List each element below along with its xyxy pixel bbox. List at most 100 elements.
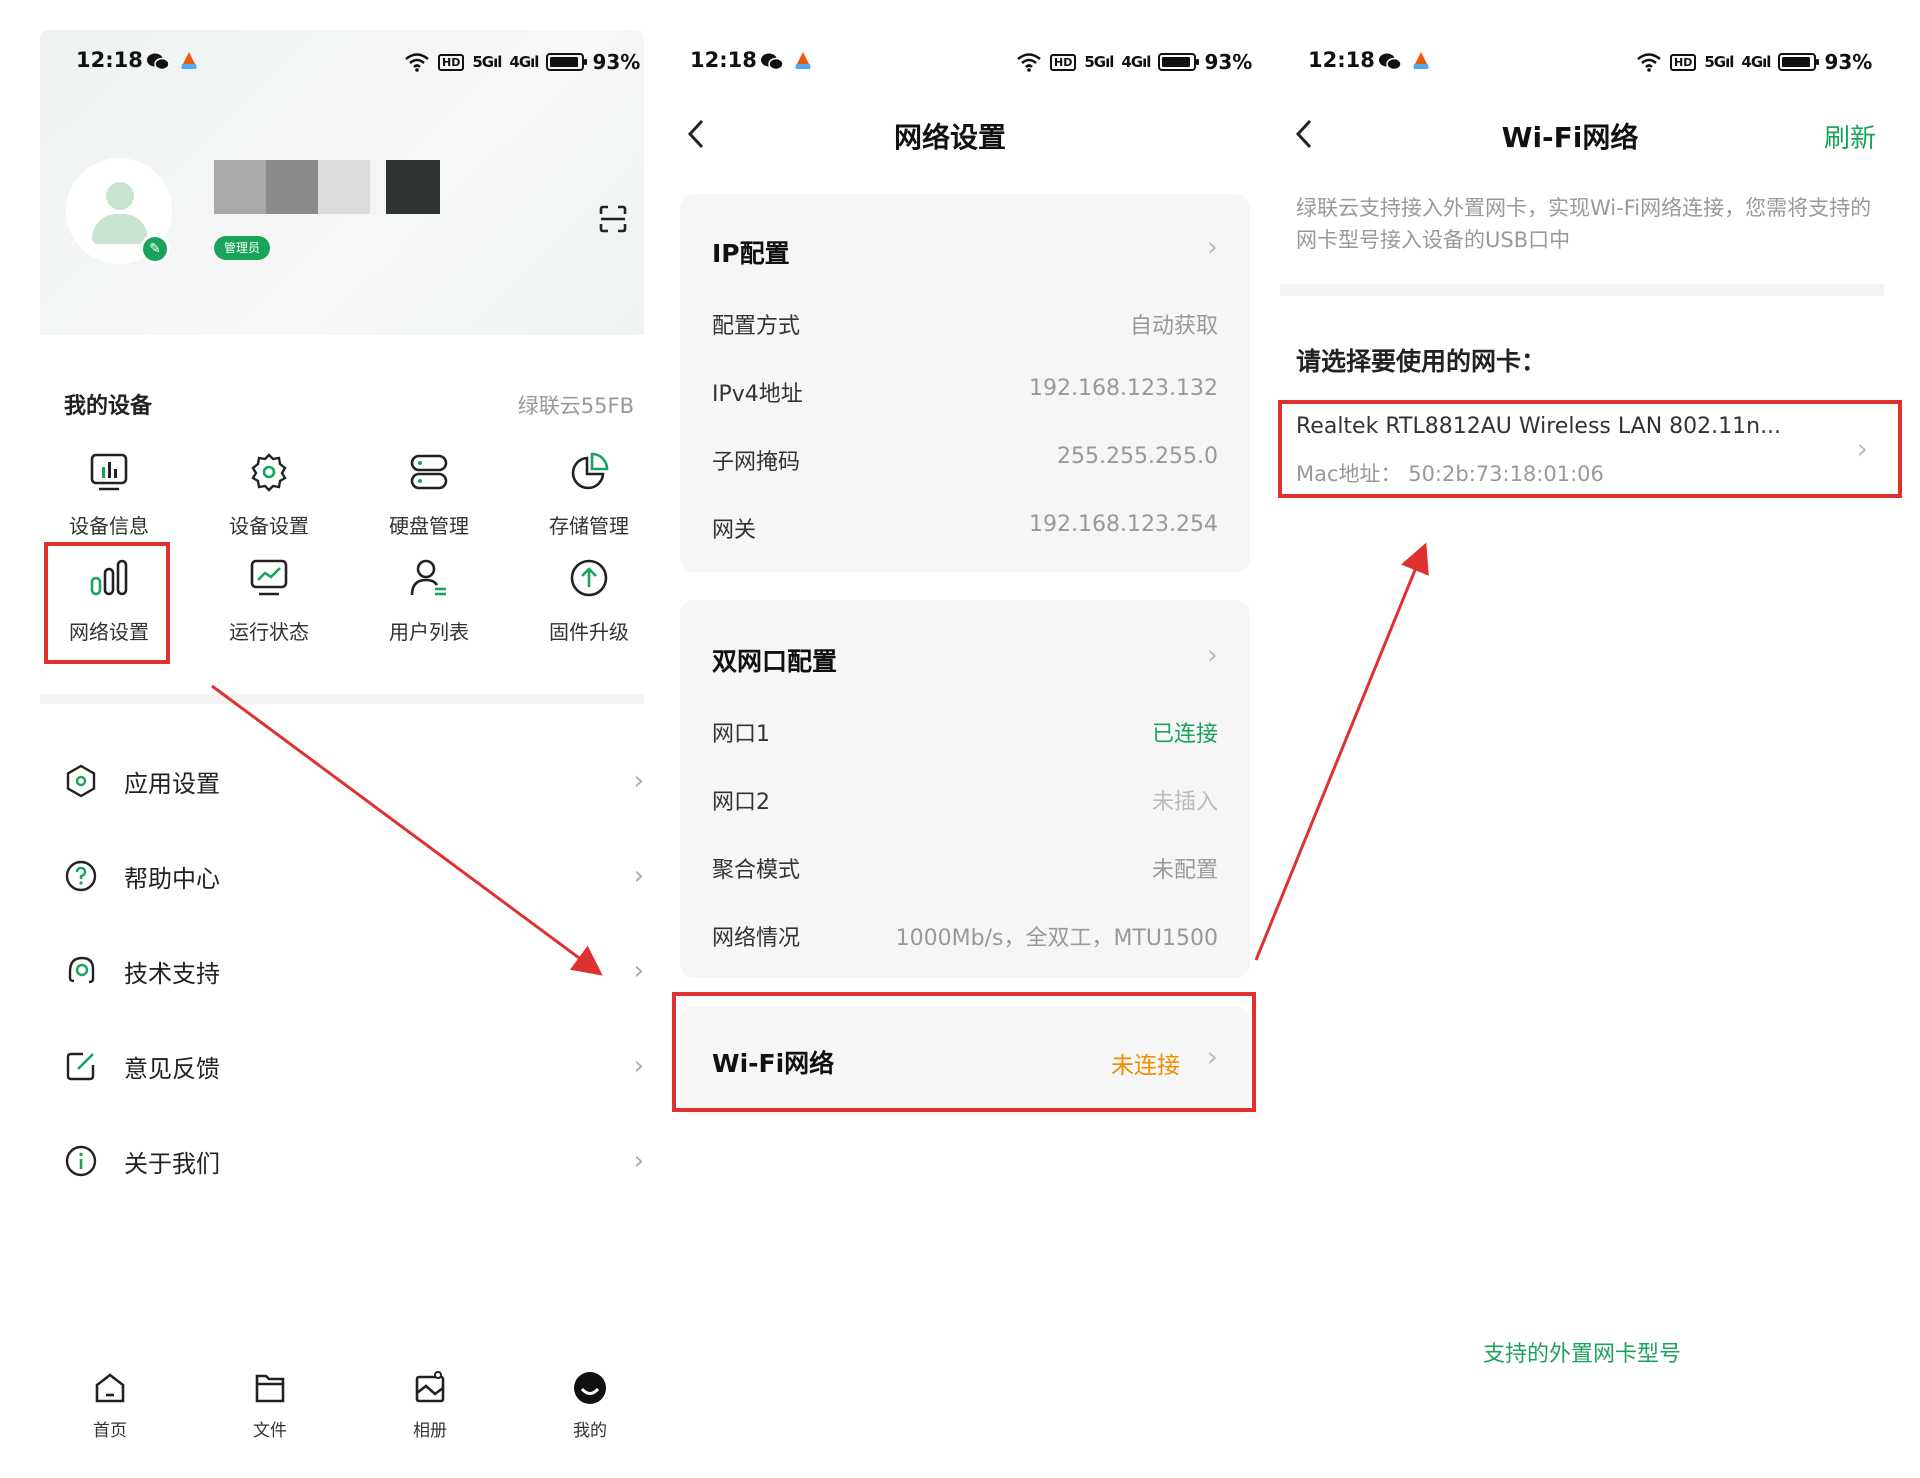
disk-icon [410, 454, 448, 490]
info-circle-icon [65, 1145, 97, 1177]
port1-status: 已连接 [1151, 722, 1218, 747]
ipv4-value: 192.168.123.132 [1029, 376, 1218, 401]
grid-device-info[interactable]: 设备信息 [44, 450, 174, 540]
status-bar: 12:18 HD 5Gıl 4Gıl 93% [0, 48, 660, 82]
refresh-button[interactable]: 刷新 [1824, 118, 1876, 155]
tab-album[interactable]: 相册 [390, 1370, 470, 1441]
chevron-right-icon: › [633, 861, 644, 891]
battery-icon [546, 53, 588, 71]
highlight-wifi-row [672, 992, 1256, 1112]
status-bar: 12:18 HD 5Gıl 4Gıl 93% [660, 48, 1280, 82]
config-mode-value: 自动获取 [1129, 314, 1218, 339]
menu-help-center[interactable]: 帮助中心 › [64, 847, 644, 907]
menu-feedback[interactable]: 意见反馈 › [64, 1037, 644, 1097]
device-info-icon [90, 453, 128, 491]
gateway-value: 192.168.123.254 [1029, 512, 1218, 537]
grid-run-status[interactable]: 运行状态 [204, 556, 334, 646]
hd-voice-icon: HD [1050, 53, 1077, 71]
status-bar: 12:18 HD 5Gıl 4Gıl 93% [1280, 48, 1920, 82]
menu-app-settings[interactable]: 应用设置 › [64, 752, 644, 812]
chevron-right-icon: › [633, 956, 644, 986]
subnet-label: 子网掩码 [712, 450, 801, 475]
subnet-value: 255.255.255.0 [1057, 444, 1218, 469]
status-app-icons [1378, 50, 1432, 72]
user-list-icon [410, 559, 446, 596]
port2-label: 网口2 [712, 790, 770, 815]
grid-label: 固件升级 [549, 620, 629, 644]
grid-label: 存储管理 [549, 514, 629, 538]
edit-avatar-icon[interactable]: ✎ [140, 234, 170, 264]
ip-config-card[interactable]: IP配置 › 配置方式 自动获取 IPv4地址 192.168.123.132 … [680, 194, 1250, 572]
signal-5g-icon: 5Gıl [1704, 53, 1734, 71]
tab-label: 我的 [573, 1421, 607, 1441]
menu-label: 帮助中心 [124, 865, 220, 893]
grid-device-settings[interactable]: 设备设置 [204, 450, 334, 540]
grid-label: 运行状态 [229, 620, 309, 644]
grid-disk-manage[interactable]: 硬盘管理 [364, 450, 494, 540]
page-title: 网络设置 [893, 121, 1006, 154]
upgrade-icon [570, 559, 608, 597]
battery-percent: 93% [1824, 50, 1873, 74]
tab-label: 文件 [253, 1421, 287, 1441]
grid-label: 设备设置 [229, 514, 309, 538]
dual-port-card[interactable]: 双网口配置 › 网口1 已连接 网口2 未插入 聚合模式 未配置 网络情况 10… [680, 600, 1250, 978]
monitor-chart-icon [250, 559, 288, 596]
tab-label: 首页 [93, 1421, 127, 1441]
feedback-edit-icon [66, 1052, 95, 1081]
chevron-right-icon: › [633, 766, 644, 796]
profile-icon [574, 1372, 606, 1404]
profile-screen: 12:18 HD 5Gıl 4Gıl 93% ✎ 管理员 我的设备 绿联云55F… [0, 0, 660, 1478]
wechat-icon [761, 53, 784, 71]
supported-nic-models-link[interactable]: 支持的外置网卡型号 [1280, 1336, 1884, 1368]
tab-mine[interactable]: 我的 [550, 1370, 630, 1441]
wifi-icon [405, 53, 429, 72]
wechat-icon [147, 53, 170, 71]
home-icon [95, 1373, 125, 1403]
scan-icon[interactable] [598, 204, 628, 234]
grid-firmware-upgrade[interactable]: 固件升级 [524, 556, 654, 646]
status-time: 12:18 [690, 48, 757, 72]
hexagon-settings-icon [66, 764, 96, 798]
gateway-label: 网关 [712, 518, 757, 543]
status-right-group: HD 5Gıl 4Gıl 93% [1016, 50, 1252, 74]
grid-storage-manage[interactable]: 存储管理 [524, 450, 654, 540]
signal-5g-icon: 5Gıl [472, 53, 502, 71]
status-time: 12:18 [76, 48, 143, 72]
section-divider [40, 694, 644, 704]
menu-about-us[interactable]: 关于我们 › [64, 1132, 644, 1192]
network-status-label: 网络情况 [712, 926, 801, 951]
status-app-icons [760, 50, 814, 72]
highlight-network-settings [44, 542, 170, 664]
tab-home[interactable]: 首页 [70, 1370, 150, 1441]
menu-label: 应用设置 [124, 770, 220, 798]
signal-5g-icon: 5Gıl [1084, 53, 1114, 71]
hd-voice-icon: HD [1670, 53, 1697, 71]
device-name[interactable]: 绿联云55FB [518, 390, 634, 420]
album-icon [415, 1371, 445, 1403]
battery-icon [1158, 53, 1200, 71]
chevron-right-icon: › [1206, 230, 1218, 263]
nav-bar: 网络设置 [660, 110, 1280, 160]
intro-text: 绿联云支持接入外置网卡，实现Wi-Fi网络连接，您需将支持的网卡型号接入设备的U… [1296, 196, 1872, 252]
grid-user-list[interactable]: 用户列表 [364, 556, 494, 646]
grid-label: 用户列表 [389, 620, 469, 644]
battery-percent: 93% [592, 50, 641, 74]
grid-label: 设备信息 [69, 514, 149, 538]
admin-badge: 管理员 [214, 236, 271, 260]
battery-icon [1778, 53, 1820, 71]
tab-files[interactable]: 文件 [230, 1370, 310, 1441]
wifi-icon [1017, 53, 1041, 72]
aggregation-label: 聚合模式 [712, 858, 801, 883]
gear-icon [251, 453, 287, 492]
menu-label: 技术支持 [124, 960, 220, 988]
help-circle-icon [65, 860, 97, 892]
network-settings-screen: 12:18 HD 5Gıl 4Gıl 93% 网络设置 IP配置 › 配置方式 … [660, 0, 1280, 1478]
chevron-right-icon: › [633, 1051, 644, 1081]
bottom-tab-bar: 首页 文件 相册 我的 [40, 1370, 644, 1450]
chevron-right-icon: › [633, 1146, 644, 1176]
grid-label: 硬盘管理 [389, 514, 469, 538]
status-right-group: HD 5Gıl 4Gıl 93% [1636, 50, 1872, 74]
section-divider [1280, 284, 1884, 296]
menu-tech-support[interactable]: 技术支持 › [64, 942, 644, 1002]
wechat-icon [1379, 53, 1402, 71]
